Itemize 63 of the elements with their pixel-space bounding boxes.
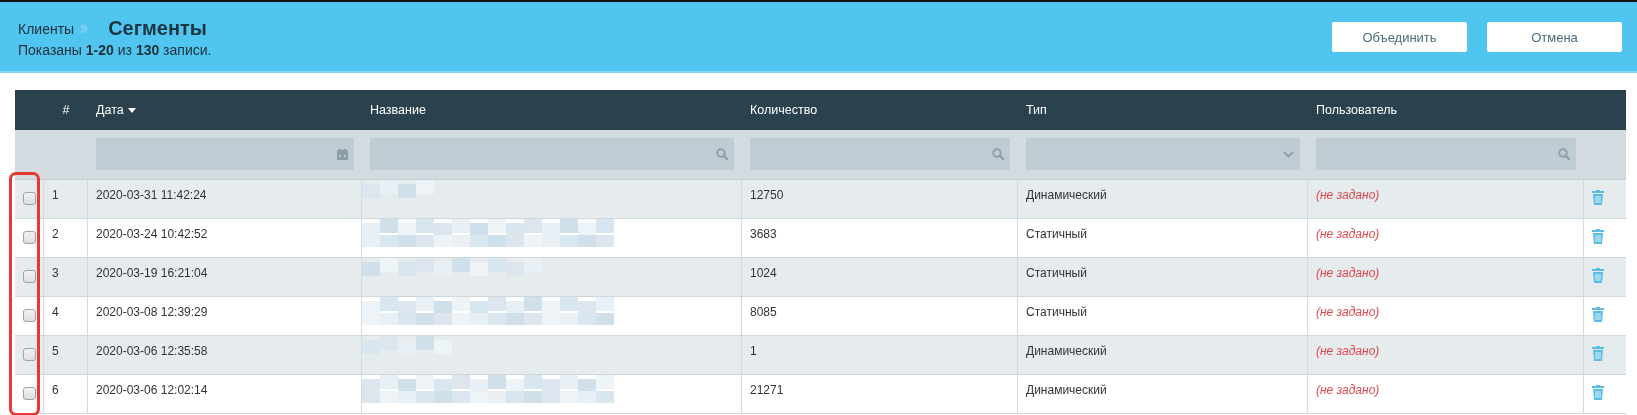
row-checkbox[interactable]: [23, 192, 36, 205]
search-icon: [716, 148, 728, 160]
row-checkbox[interactable]: [23, 231, 36, 244]
date-cell: 2020-03-24 10:42:52: [96, 227, 208, 241]
date-cell: 2020-03-31 11:42:24: [96, 188, 207, 202]
type-cell: Динамический: [1026, 188, 1107, 202]
filter-field[interactable]: [1316, 138, 1576, 170]
column-header[interactable]: Название: [370, 103, 426, 117]
search-icon: [1558, 148, 1570, 160]
row-number: 2: [52, 227, 59, 241]
column-header[interactable]: Пользователь: [1316, 103, 1398, 117]
row-checkbox[interactable]: [23, 309, 36, 322]
user-cell: (не задано): [1316, 344, 1380, 358]
quantity-cell: 21271: [750, 383, 784, 397]
date-cell: 2020-03-19 16:21:04: [96, 266, 208, 280]
filter-field[interactable]: [96, 138, 354, 170]
trash-icon[interactable]: [1592, 229, 1604, 244]
chevron-down-icon: [1283, 150, 1294, 158]
user-cell: (не задано): [1316, 305, 1380, 319]
type-cell: Статичный: [1026, 266, 1087, 280]
column-header[interactable]: Дата: [96, 103, 124, 117]
row-checkbox[interactable]: [23, 348, 36, 361]
user-cell: (не задано): [1316, 188, 1380, 202]
filter-field[interactable]: [750, 138, 1010, 170]
type-cell: Статичный: [1026, 305, 1087, 319]
quantity-cell: 8085: [750, 305, 777, 319]
filter-field[interactable]: [370, 138, 734, 170]
chevron-right-icon: [80, 23, 89, 34]
user-cell: (не задано): [1316, 266, 1380, 280]
user-cell: (не задано): [1316, 227, 1380, 241]
row-checkbox[interactable]: [23, 387, 36, 400]
search-icon: [992, 148, 1004, 160]
trash-icon[interactable]: [1592, 346, 1604, 361]
trash-icon[interactable]: [1592, 385, 1604, 400]
row-number: 1: [52, 188, 59, 202]
quantity-cell: 3683: [750, 227, 777, 241]
row-number: 4: [52, 305, 59, 319]
calendar-icon: [337, 148, 348, 160]
type-cell: Динамический: [1026, 383, 1107, 397]
column-header[interactable]: #: [62, 103, 70, 117]
cancel-button[interactable]: Отмена: [1487, 22, 1622, 52]
merge-button[interactable]: Объединить: [1332, 22, 1467, 52]
date-cell: 2020-03-08 12:39:29: [96, 305, 208, 319]
row-checkbox[interactable]: [23, 270, 36, 283]
column-header[interactable]: Количество: [750, 103, 818, 117]
type-cell: Статичный: [1026, 227, 1087, 241]
column-header[interactable]: Тип: [1026, 103, 1047, 117]
quantity-cell: 1024: [750, 266, 777, 280]
type-cell: Динамический: [1026, 344, 1107, 358]
trash-icon[interactable]: [1592, 268, 1604, 283]
row-number: 5: [52, 344, 59, 358]
page-title: Сегменты: [108, 17, 207, 40]
records-summary: Показаны 1-20 из 130 записи.: [18, 42, 212, 58]
date-cell: 2020-03-06 12:35:58: [96, 344, 208, 358]
trash-icon[interactable]: [1592, 307, 1604, 322]
quantity-cell: 12750: [750, 188, 784, 202]
row-number: 3: [52, 266, 59, 280]
quantity-cell: 1: [750, 344, 757, 358]
user-cell: (не задано): [1316, 383, 1380, 397]
row-number: 6: [52, 383, 59, 397]
date-cell: 2020-03-06 12:02:14: [96, 383, 208, 397]
trash-icon[interactable]: [1592, 190, 1604, 205]
breadcrumb-link[interactable]: Клиенты: [18, 20, 75, 37]
